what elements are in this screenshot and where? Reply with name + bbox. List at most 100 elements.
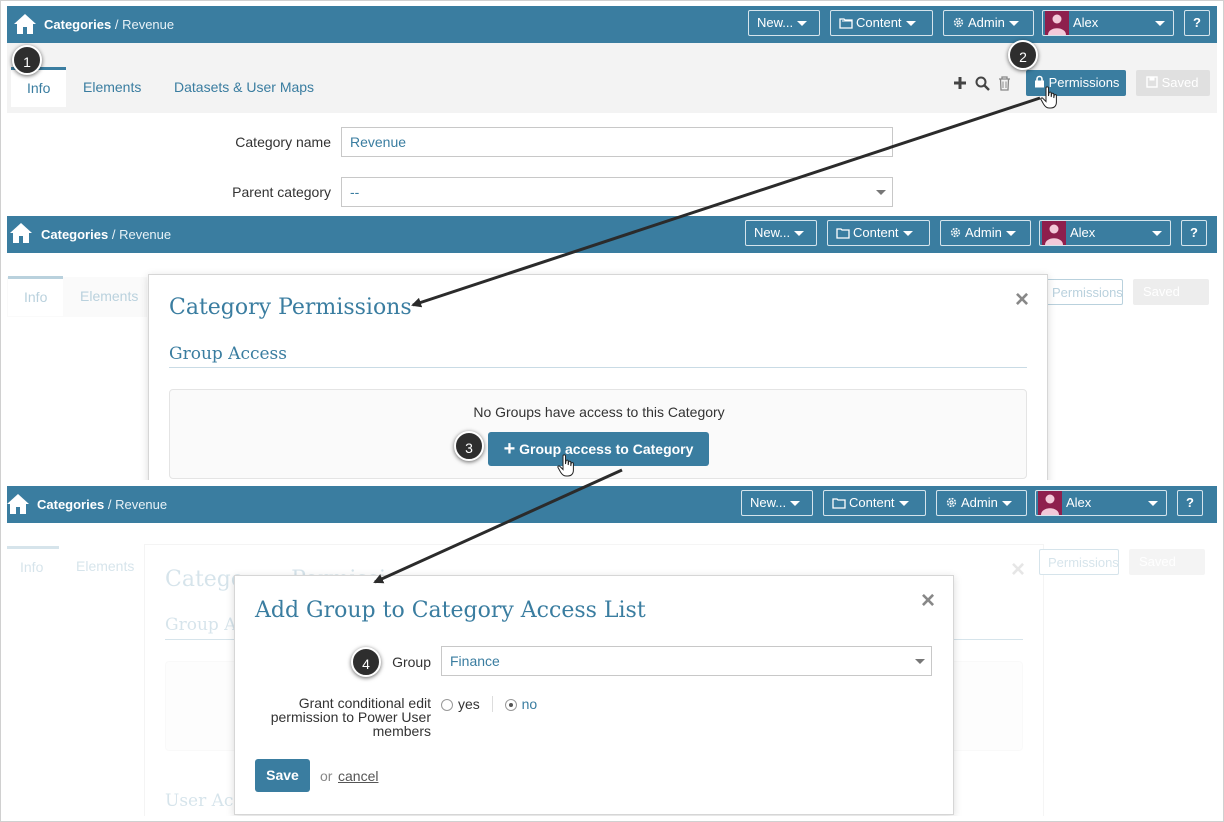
category-name-label: Category name bbox=[235, 134, 331, 150]
close-icon: × bbox=[1010, 556, 1025, 583]
help-button[interactable]: ? bbox=[1181, 220, 1207, 246]
avatar bbox=[1038, 491, 1062, 515]
caret-down-icon bbox=[1148, 501, 1158, 506]
radio-yes[interactable]: yes bbox=[441, 696, 480, 712]
no-groups-message: No Groups have access to this Category bbox=[473, 404, 725, 420]
breadcrumb-categories[interactable]: Categories bbox=[41, 227, 108, 242]
add-group-dialog: Add Group to Category Access List × Grou… bbox=[234, 575, 954, 815]
trash-icon[interactable] bbox=[998, 76, 1011, 91]
content-menu-button[interactable]: Content bbox=[823, 490, 926, 516]
caret-down-icon bbox=[1008, 21, 1019, 27]
category-permissions-dialog: Category Permissions × Group Access No G… bbox=[148, 274, 1048, 480]
panel-step-1: Categories / Revenue New... Content Admi… bbox=[7, 6, 1217, 209]
breadcrumb: Categories / Revenue bbox=[44, 17, 175, 32]
gear-icon bbox=[953, 17, 964, 28]
group-select[interactable]: Finance bbox=[441, 646, 932, 676]
caret-down-icon bbox=[915, 659, 925, 664]
avatar bbox=[1045, 11, 1069, 35]
step-badge-2: 2 bbox=[1008, 40, 1038, 70]
caret-down-icon bbox=[902, 231, 913, 237]
tab-info: Info bbox=[8, 276, 64, 316]
tab-elements: Elements bbox=[80, 288, 139, 304]
group-access-well: No Groups have access to this Category +… bbox=[169, 389, 1027, 479]
tab-datasets-user-maps[interactable]: Datasets & User Maps bbox=[158, 67, 330, 107]
radio-no[interactable]: no bbox=[504, 696, 537, 712]
caret-down-icon bbox=[1155, 21, 1165, 26]
home-icon[interactable] bbox=[13, 12, 37, 36]
plus-icon[interactable] bbox=[953, 76, 967, 90]
new-menu-button[interactable]: New... bbox=[745, 220, 817, 246]
user-menu-button[interactable]: Alex bbox=[1039, 220, 1171, 246]
new-menu-button[interactable]: New... bbox=[748, 10, 820, 36]
parent-category-select[interactable]: -- bbox=[341, 177, 893, 207]
breadcrumb-categories[interactable]: Categories bbox=[44, 17, 111, 32]
caret-down-icon bbox=[794, 231, 805, 237]
caret-down-icon bbox=[876, 190, 886, 195]
grant-conditional-edit-label: Grant conditional edit permission to Pow… bbox=[270, 695, 431, 739]
step-badge-4: 4 bbox=[351, 647, 381, 677]
dialog-title: Add Group to Category Access List bbox=[255, 598, 646, 623]
breadcrumb-current: Revenue bbox=[122, 17, 175, 32]
background-group-access: Group A bbox=[165, 615, 237, 635]
panel-step-2: Categories / Revenue New... Content Admi… bbox=[7, 216, 1217, 480]
group-access-heading: Group Access bbox=[169, 344, 288, 364]
divider bbox=[169, 367, 1027, 368]
caret-down-icon bbox=[1152, 231, 1162, 236]
admin-menu-button[interactable]: Admin bbox=[940, 220, 1031, 246]
toolbar-icons bbox=[953, 76, 1011, 91]
folder-icon bbox=[836, 228, 850, 239]
hand-cursor-icon bbox=[557, 454, 574, 477]
save-button[interactable]: Save bbox=[255, 759, 310, 792]
saved-button: Saved bbox=[1133, 279, 1209, 305]
admin-menu-button[interactable]: Admin bbox=[936, 490, 1027, 516]
help-button[interactable]: ? bbox=[1177, 490, 1203, 516]
user-menu-button[interactable]: Alex bbox=[1042, 10, 1174, 36]
caret-down-icon bbox=[797, 21, 808, 27]
dialog-title: Category Permissions bbox=[169, 295, 412, 320]
folder-icon bbox=[832, 498, 846, 509]
close-icon[interactable]: × bbox=[1013, 288, 1031, 312]
user-menu-button[interactable]: Alex bbox=[1035, 490, 1167, 516]
breadcrumb: Categories / Revenue bbox=[37, 497, 168, 512]
category-name-input[interactable]: Revenue bbox=[341, 127, 893, 157]
saved-button: Saved bbox=[1136, 70, 1210, 96]
tab-elements: Elements bbox=[76, 558, 135, 574]
breadcrumb: Categories / Revenue bbox=[41, 227, 172, 242]
folder-icon bbox=[839, 18, 853, 29]
search-icon[interactable] bbox=[975, 76, 990, 91]
breadcrumb-current: Revenue bbox=[115, 497, 168, 512]
hand-cursor-icon bbox=[1040, 86, 1057, 109]
home-icon[interactable] bbox=[7, 492, 30, 516]
panel-step-3: Categories / Revenue New... Content Admi… bbox=[7, 486, 1217, 816]
group-label: Group bbox=[392, 654, 431, 670]
breadcrumb-categories[interactable]: Categories bbox=[37, 497, 104, 512]
floppy-disk-icon bbox=[1146, 76, 1158, 88]
close-icon[interactable]: × bbox=[919, 589, 937, 613]
top-navbar: Categories / Revenue New... Content Admi… bbox=[7, 486, 1217, 523]
caret-down-icon bbox=[905, 21, 916, 27]
top-navbar: Categories / Revenue New... Content Admi… bbox=[7, 6, 1217, 43]
permissions-button: Permissions bbox=[1043, 279, 1123, 305]
plus-icon: + bbox=[503, 438, 516, 460]
step-badge-3: 3 bbox=[454, 431, 484, 461]
cancel-link[interactable]: cancel bbox=[338, 768, 378, 784]
gear-icon bbox=[950, 227, 961, 238]
avatar bbox=[1042, 221, 1066, 245]
new-menu-button[interactable]: New... bbox=[741, 490, 813, 516]
grant-radio-group: yes no bbox=[441, 696, 537, 712]
radio-no-icon bbox=[504, 699, 517, 711]
caret-down-icon bbox=[1001, 501, 1012, 507]
admin-menu-button[interactable]: Admin bbox=[943, 10, 1034, 36]
parent-category-label: Parent category bbox=[232, 184, 331, 200]
help-button[interactable]: ? bbox=[1184, 10, 1210, 36]
home-icon[interactable] bbox=[9, 221, 33, 245]
gear-icon bbox=[946, 497, 957, 508]
background-user-access: User Acc bbox=[165, 791, 243, 811]
content-menu-button[interactable]: Content bbox=[830, 10, 933, 36]
radio-yes-icon bbox=[441, 699, 453, 711]
group-access-to-category-button[interactable]: + Group access to Category bbox=[488, 432, 709, 466]
step-badge-1: 1 bbox=[12, 45, 42, 75]
content-menu-button[interactable]: Content bbox=[827, 220, 930, 246]
top-navbar: Categories / Revenue New... Content Admi… bbox=[7, 216, 1217, 253]
tab-elements[interactable]: Elements bbox=[67, 67, 157, 107]
